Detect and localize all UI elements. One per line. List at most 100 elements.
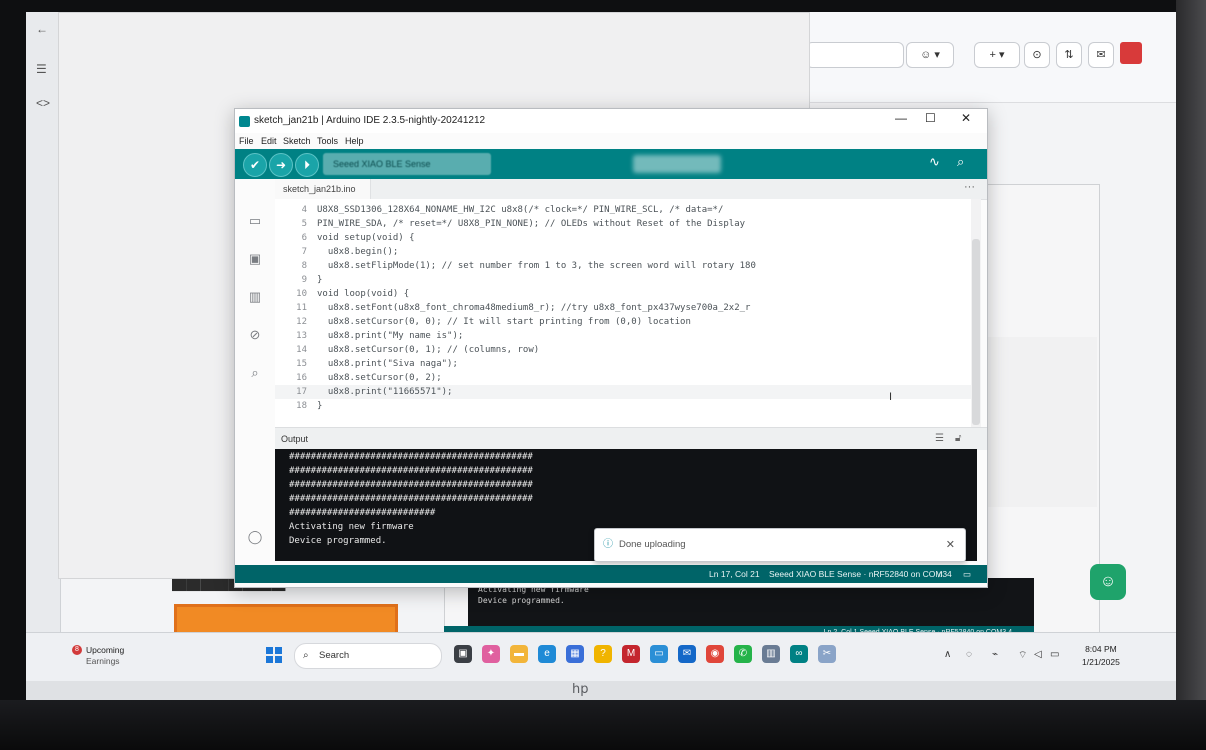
code-editor[interactable]: 4 U8X8_SSD1306_128X64_NONAME_HW_I2C u8x8(… [275,199,971,427]
serial-plotter-icon[interactable]: ∿ [929,154,940,170]
issues-icon[interactable]: ⊙ [1024,42,1050,68]
output-line: ########################################… [289,466,533,476]
file-explorer-icon[interactable]: ▬ [510,645,528,663]
code-line[interactable]: 13 u8x8.print("My name is"); [275,329,971,343]
title-bar: sketch_jan21b | Arduino IDE 2.3.5-nightl… [235,109,987,133]
widget-title: Upcoming [86,645,125,655]
more-icon[interactable]: ··· [964,181,975,193]
code-line[interactable]: 15 u8x8.print("Siva naga"); [275,357,971,371]
battery-icon[interactable]: ▭ [1050,649,1059,660]
board-port-status[interactable]: Seeed XIAO BLE Sense · nRF52840 on COM3 [769,565,947,583]
line-number: 15 [296,359,307,369]
search-icon: ⌕ [303,650,309,661]
windows-taskbar: 8 Upcoming Earnings ⌕ Search ▣ ✦ ▬ e ▦ ?… [26,632,1176,681]
copilot-button[interactable]: ☺ ▾ [906,42,954,68]
sketchbook-icon[interactable]: ▭ [247,213,263,229]
charts-app-icon[interactable]: ▥ [762,645,780,663]
close-button[interactable]: ✕ [961,111,971,125]
task-view-icon[interactable]: ▣ [454,645,472,663]
file-tab[interactable]: sketch_jan21b.ino [275,179,371,199]
code-line[interactable]: 6 void setup(void) { [275,231,971,245]
menu-file[interactable]: File [239,136,254,146]
code-line[interactable]: 12 u8x8.setCursor(0, 0); // It will star… [275,315,971,329]
code-line[interactable]: 9} [275,273,971,287]
create-new-button[interactable]: + ▾ [974,42,1020,68]
bluetooth-tray-icon[interactable]: ⌁ [992,649,998,660]
taskbar-search[interactable]: ⌕ Search [294,643,442,669]
pull-requests-icon[interactable]: ⇅ [1056,42,1082,68]
window-title: sketch_jan21b | Arduino IDE 2.3.5-nightl… [254,115,486,126]
toast-message: Done uploading [619,539,686,550]
laptop-logo: hp [572,682,589,697]
bell-icon[interactable]: ♫ [937,565,943,583]
inbox-icon[interactable]: ✉ [1088,42,1114,68]
menu-tools[interactable]: Tools [317,136,338,146]
code-line[interactable]: 7 u8x8.begin(); [275,245,971,259]
line-number: 17 [296,387,307,397]
status-bar: Ln 17, Col 21 Seeed XIAO BLE Sense · nRF… [235,565,987,583]
store-icon[interactable]: ▦ [566,645,584,663]
edge-icon[interactable]: e [538,645,556,663]
mcafee-icon[interactable]: M [622,645,640,663]
verify-button[interactable]: ✔ [243,153,267,177]
tray-overflow-icon[interactable]: ∧ [944,649,951,660]
tips-icon[interactable]: ? [594,645,612,663]
debug-icon[interactable]: ⊘ [247,327,263,343]
menu-sketch[interactable]: Sketch [283,136,311,146]
maximize-button[interactable]: ☐ [925,111,936,125]
scroll-thumb[interactable] [972,239,980,425]
copilot-icon[interactable]: ✦ [482,645,500,663]
library-manager-icon[interactable]: ▥ [247,289,263,305]
text-cursor-icon: I [889,391,893,403]
menu-icon[interactable]: ☰ [36,62,47,76]
line-number: 14 [296,345,307,355]
system-clock[interactable]: 8:04 PM 1/21/2025 [1082,643,1120,669]
serial-monitor-icon[interactable]: ⌕ [957,154,964,170]
profile-icon[interactable]: ◯ [247,529,263,545]
editor-scrollbar[interactable] [971,199,981,427]
board-selector[interactable]: Seeed XIAO BLE Sense [323,153,491,175]
lock-icon[interactable]: 🔓︎ [955,428,961,450]
avatar[interactable] [1120,42,1142,64]
clear-output-icon[interactable]: ☰ [935,428,944,450]
debug-button[interactable]: ⏵ [295,153,319,177]
whatsapp-icon[interactable]: ✆ [734,645,752,663]
mail-icon[interactable]: ✉ [678,645,696,663]
code-line[interactable]: 5 PIN_WIRE_SDA, /* reset=*/ U8X8_PIN_NONE… [275,217,971,231]
code-line[interactable]: 10 void loop(void) { [275,287,971,301]
widgets-button[interactable]: Upcoming Earnings [86,645,124,667]
board-manager-icon[interactable]: ▣ [247,251,263,267]
app-icon[interactable]: ▭ [650,645,668,663]
toast-close-button[interactable]: ✕ [946,529,955,561]
cursor-position[interactable]: Ln 17, Col 21 [709,565,760,583]
robot-app-icon[interactable]: ☺ [1090,564,1126,600]
snipping-tool-icon[interactable]: ✂ [818,645,836,663]
code-line[interactable]: 16 u8x8.setCursor(0, 2); [275,371,971,385]
code-line[interactable]: 11 u8x8.setFont(u8x8_font_chroma48medium… [275,301,971,315]
laptop-screen: ← ☰ <> ☺ ▾ + ▾ ⊙ ⇅ ✉ ▄▄▄▄▄▄▄▄ Activating… [26,12,1176,700]
notification-count[interactable]: 4 [947,565,952,583]
arduino-ide-window: sketch_jan21b | Arduino IDE 2.3.5-nightl… [234,108,988,588]
arduino-taskbar-icon[interactable]: ∞ [790,645,808,663]
code-line[interactable]: 8 u8x8.setFlipMode(1); // set number fro… [275,259,971,273]
search-icon[interactable]: ⌕ [247,365,263,381]
start-button[interactable] [266,647,282,663]
output-line: ########################################… [289,494,533,504]
code-line[interactable]: 18} [275,399,971,413]
code-icon[interactable]: <> [36,96,50,110]
volume-icon[interactable]: ◁ [1034,649,1042,660]
back-arrow-icon[interactable]: ← [36,22,48,36]
wifi-icon[interactable]: ⌔ [1018,649,1027,662]
repo-search-box[interactable] [806,42,904,68]
code-line[interactable]: 14 u8x8.setCursor(0, 1); // (columns, ro… [275,343,971,357]
menu-help[interactable]: Help [345,136,364,146]
minimize-button[interactable]: — [895,111,907,125]
code-text: u8x8.begin(); [317,247,399,257]
mcafee-tray-icon[interactable]: ◌ [966,649,972,660]
panel-toggle-icon[interactable]: ▭ [963,565,971,583]
chrome-icon[interactable]: ◉ [706,645,724,663]
menu-edit[interactable]: Edit [261,136,277,146]
code-line[interactable]: 4 U8X8_SSD1306_128X64_NONAME_HW_I2C u8x8(… [275,203,971,217]
code-line[interactable]: 17 u8x8.print("11665571"); [275,385,971,399]
upload-button[interactable]: ➜ [269,153,293,177]
